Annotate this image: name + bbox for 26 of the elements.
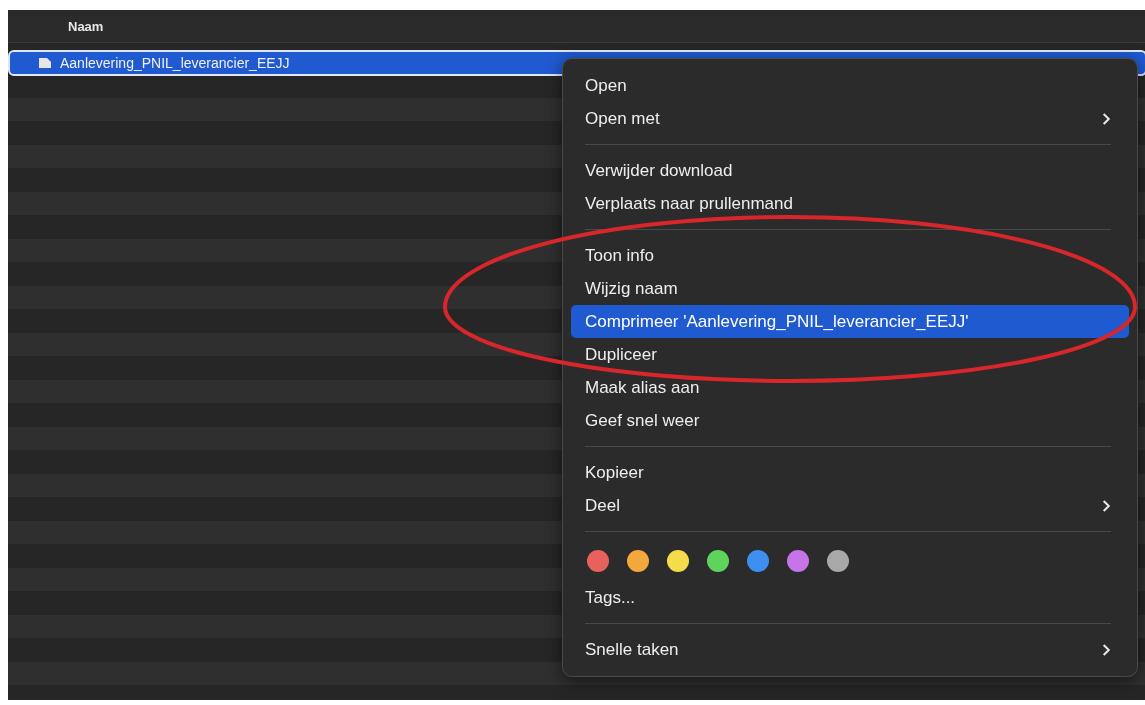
menu-item[interactable]: Deel bbox=[571, 489, 1129, 522]
tag-color-dot[interactable] bbox=[707, 550, 729, 572]
menu-item[interactable]: Open bbox=[571, 69, 1129, 102]
menu-item[interactable]: Kopieer bbox=[571, 456, 1129, 489]
tag-color-dot[interactable] bbox=[827, 550, 849, 572]
menu-item[interactable]: Toon info bbox=[571, 239, 1129, 272]
tag-color-dot[interactable] bbox=[627, 550, 649, 572]
menu-item[interactable]: Snelle taken bbox=[571, 633, 1129, 666]
menu-item[interactable]: Wijzig naam bbox=[571, 272, 1129, 305]
chevron-right-icon bbox=[1102, 498, 1111, 513]
menu-item[interactable]: Comprimeer 'Aanlevering_PNIL_leverancier_EEJJ' bbox=[571, 305, 1129, 338]
menu-item[interactable]: Verplaats naar prullenmand bbox=[571, 187, 1129, 220]
menu-item[interactable]: Open met bbox=[571, 102, 1129, 135]
menu-item[interactable]: Dupliceer bbox=[571, 338, 1129, 371]
tag-color-dot[interactable] bbox=[587, 550, 609, 572]
column-header[interactable]: Naam bbox=[68, 18, 104, 34]
chevron-right-icon bbox=[1102, 642, 1111, 657]
menu-item[interactable]: Maak alias aan bbox=[571, 371, 1129, 404]
tag-color-dot[interactable] bbox=[667, 550, 689, 572]
menu-item[interactable]: Geef snel weer bbox=[571, 404, 1129, 437]
menu-item[interactable]: Tags... bbox=[571, 581, 1129, 614]
menu-item[interactable]: Verwijder download bbox=[571, 154, 1129, 187]
tag-color-dot[interactable] bbox=[747, 550, 769, 572]
tag-color-dot[interactable] bbox=[787, 550, 809, 572]
document-icon bbox=[38, 57, 52, 69]
chevron-right-icon bbox=[1102, 111, 1111, 126]
